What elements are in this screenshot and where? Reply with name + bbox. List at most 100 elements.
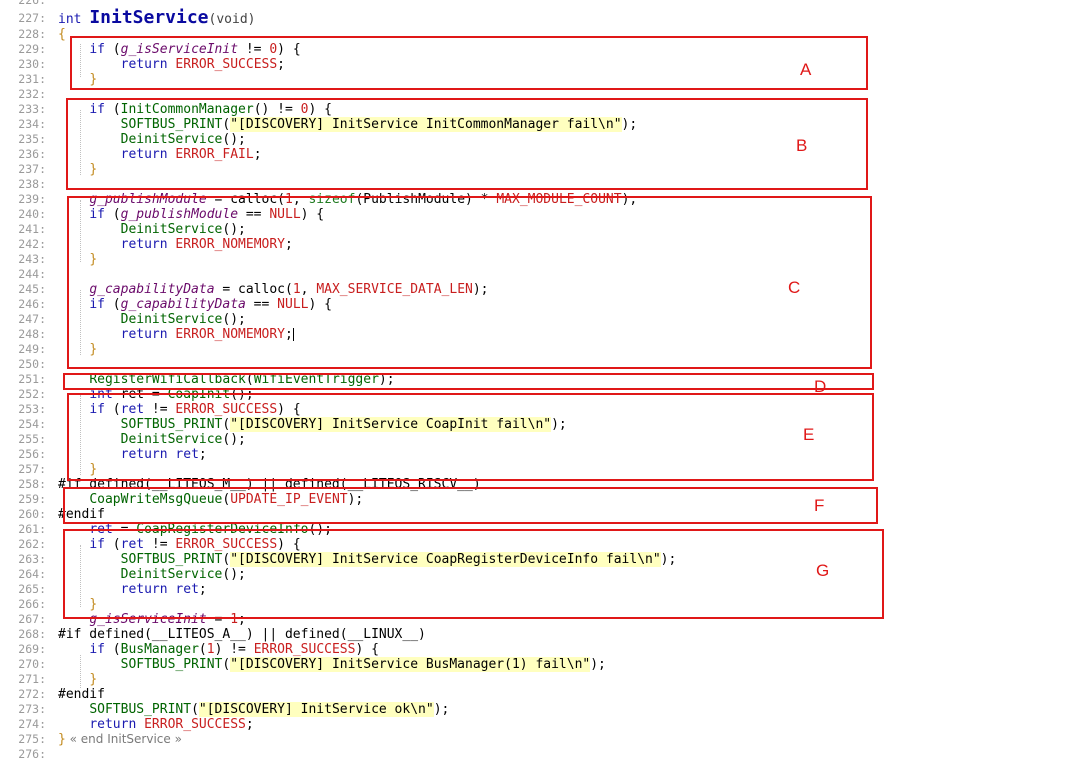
annotation-box-b	[66, 98, 868, 190]
code-token: {	[58, 27, 66, 42]
line-number: 262:	[18, 537, 46, 551]
code-line[interactable]: 269: if (BusManager(1) != ERROR_SUCCESS)…	[0, 642, 1000, 657]
line-number: 270:	[18, 657, 46, 671]
code-line[interactable]: 275: } « end InitService »	[0, 732, 1000, 747]
code-token: "[DISCOVERY] InitService BusManager(1) f…	[230, 657, 591, 672]
line-number: 249:	[18, 342, 46, 356]
code-token: return	[89, 717, 145, 732]
line-number: 267:	[18, 612, 46, 626]
line-number: 252:	[18, 387, 46, 401]
line-number: 254:	[18, 417, 46, 431]
code-token: (	[191, 702, 199, 717]
code-line[interactable]: 274: return ERROR_SUCCESS;	[0, 717, 1000, 732]
code-text: if (BusManager(1) != ERROR_SUCCESS) {	[58, 642, 379, 657]
line-number: 236:	[18, 147, 46, 161]
code-token: ) !=	[214, 642, 254, 657]
line-number: 257:	[18, 462, 46, 476]
code-token: );	[433, 702, 450, 717]
code-token: ) {	[355, 642, 379, 657]
code-token: "[DISCOVERY] InitService ok\n"	[198, 702, 434, 717]
code-token: );	[590, 657, 606, 672]
line-number: 258:	[18, 477, 46, 491]
code-token: SOFTBUS_PRINT	[89, 702, 192, 717]
line-number: 264:	[18, 567, 46, 581]
line-number: 255:	[18, 432, 46, 446]
code-line[interactable]: 270: SOFTBUS_PRINT("[DISCOVERY] InitServ…	[0, 657, 1000, 672]
code-line[interactable]: 276:	[0, 747, 1000, 762]
line-number: 269:	[18, 642, 46, 656]
code-token: « end InitService »	[65, 732, 182, 746]
code-token: ;	[245, 717, 254, 732]
line-number: 261:	[18, 522, 46, 536]
code-line[interactable]: 272: #endif	[0, 687, 1000, 702]
line-number: 247:	[18, 312, 46, 326]
line-number: 244:	[18, 267, 46, 281]
annotation-label: F	[814, 496, 825, 515]
line-number: 241:	[18, 222, 46, 236]
line-number: 248:	[18, 327, 46, 341]
line-number: 251:	[18, 372, 46, 386]
line-number: 231:	[18, 72, 46, 86]
line-number: 230:	[18, 57, 46, 71]
line-number: 239:	[18, 192, 46, 206]
code-token: ERROR_SUCCESS	[253, 642, 356, 657]
line-number: 238:	[18, 177, 46, 191]
code-token: (	[198, 642, 207, 657]
annotation-label: G	[816, 561, 830, 580]
annotation-box-a	[70, 36, 868, 90]
line-number: 235:	[18, 132, 46, 146]
line-number: 237:	[18, 162, 46, 176]
annotation-box-c	[67, 196, 872, 369]
line-number: 276:	[18, 747, 46, 761]
annotation-label: B	[796, 136, 808, 155]
code-token: 1	[206, 642, 215, 657]
line-number: 263:	[18, 552, 46, 566]
line-number: 253:	[18, 402, 46, 416]
code-text: #endif	[58, 687, 105, 702]
code-line[interactable]: 271: }	[0, 672, 1000, 687]
line-number: 265:	[18, 582, 46, 596]
line-number: 274:	[18, 717, 46, 731]
annotation-box-d	[63, 373, 874, 390]
annotation-box-g	[63, 529, 884, 619]
line-number: 272:	[18, 687, 46, 701]
annotation-label: A	[800, 60, 812, 79]
code-text: } « end InitService »	[58, 732, 182, 747]
code-token: (void)	[208, 12, 256, 27]
line-number: 234:	[18, 117, 46, 131]
line-number: 275:	[18, 732, 46, 746]
code-token: BusManager	[120, 642, 199, 657]
code-line[interactable]: 227: int InitService(void)	[0, 8, 1000, 28]
line-number: 240:	[18, 207, 46, 221]
line-number: 266:	[18, 597, 46, 611]
line-number: 243:	[18, 252, 46, 266]
code-token: if	[89, 642, 105, 657]
code-text: return ERROR_SUCCESS;	[58, 717, 254, 732]
code-text: }	[58, 672, 97, 687]
line-number: 242:	[18, 237, 46, 251]
code-token: ERROR_SUCCESS	[144, 717, 246, 732]
line-number: 268:	[18, 627, 46, 641]
annotation-label: E	[803, 425, 815, 444]
code-token: SOFTBUS_PRINT	[120, 657, 223, 672]
code-token: int	[58, 12, 90, 27]
code-line[interactable]: 268: #if defined(__LITEOS_A__) || defined…	[0, 627, 1000, 642]
code-text: SOFTBUS_PRINT("[DISCOVERY] InitService o…	[58, 702, 449, 717]
annotation-label: C	[788, 278, 801, 297]
line-number: 271:	[18, 672, 46, 686]
line-number: 259:	[18, 492, 46, 506]
line-number: 250:	[18, 357, 46, 371]
line-number: 246:	[18, 297, 46, 311]
code-token: #if defined(__LITEOS_A__) || defined(__L…	[58, 627, 426, 642]
code-token: InitService	[89, 7, 209, 28]
code-text: SOFTBUS_PRINT("[DISCOVERY] InitService B…	[58, 657, 606, 672]
code-text: #if defined(__LITEOS_A__) || defined(__L…	[58, 627, 426, 642]
line-number: 273:	[18, 702, 46, 716]
code-token: (	[104, 642, 121, 657]
code-line[interactable]: 273: SOFTBUS_PRINT("[DISCOVERY] InitServ…	[0, 702, 1000, 717]
